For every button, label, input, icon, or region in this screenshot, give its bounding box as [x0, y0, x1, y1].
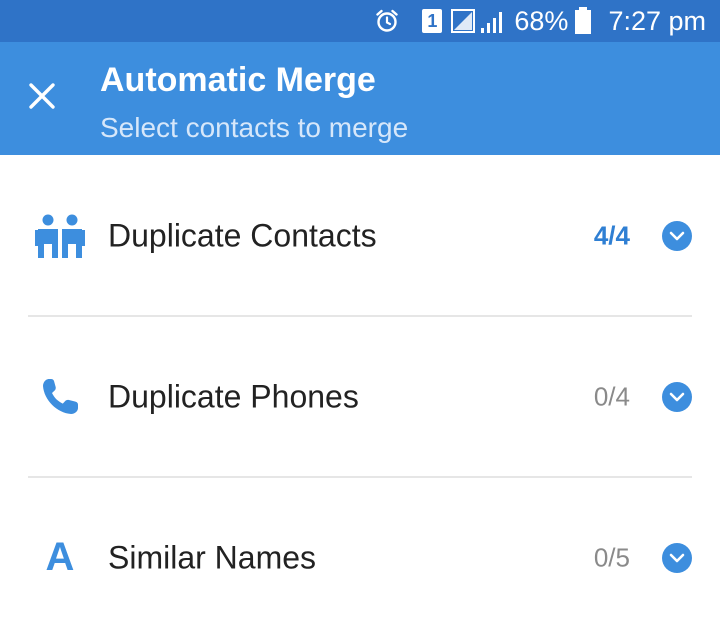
row-count: 4/4 [593, 220, 630, 250]
status-time: 7:27 pm [608, 5, 706, 36]
phone-icon [34, 371, 86, 423]
chevron-down-icon[interactable] [662, 542, 692, 573]
similar-names-row[interactable]: A Similar Names 0/5 [0, 477, 720, 638]
chevron-down-icon[interactable] [662, 220, 692, 251]
sim-label: 1 [422, 9, 443, 33]
close-button[interactable] [22, 78, 62, 118]
no-signal-icon [450, 8, 476, 34]
letter-a-icon: A [45, 535, 75, 579]
battery-percent: 68% [514, 5, 569, 36]
row-label: Duplicate Phones [108, 378, 359, 414]
close-icon [27, 81, 57, 116]
duplicate-phones-row[interactable]: Duplicate Phones 0/4 [0, 316, 720, 477]
app-bar-titles: Automatic Merge Select contacts to merge [100, 58, 408, 148]
sim-1-icon: 1 [422, 9, 443, 33]
chevron-down-icon[interactable] [662, 381, 692, 412]
duplicate-contacts-row[interactable]: Duplicate Contacts 4/4 [0, 155, 720, 316]
alarm-icon [374, 8, 400, 34]
row-count: 0/4 [593, 381, 630, 411]
people-icon [34, 210, 86, 262]
row-label: Duplicate Contacts [108, 217, 377, 253]
signal-bars-icon [480, 8, 508, 34]
page-subtitle: Select contacts to merge [100, 112, 409, 143]
row-count: 0/5 [593, 542, 630, 572]
page-title: Automatic Merge [100, 61, 376, 99]
app-bar: Automatic Merge Select contacts to merge [0, 42, 720, 155]
merge-options-list: Duplicate Contacts 4/4 Duplicate Phones … [0, 155, 720, 638]
battery-icon [574, 7, 592, 35]
status-bar: 1 68% 7:27 pm [0, 0, 720, 42]
row-label: Similar Names [108, 539, 317, 575]
